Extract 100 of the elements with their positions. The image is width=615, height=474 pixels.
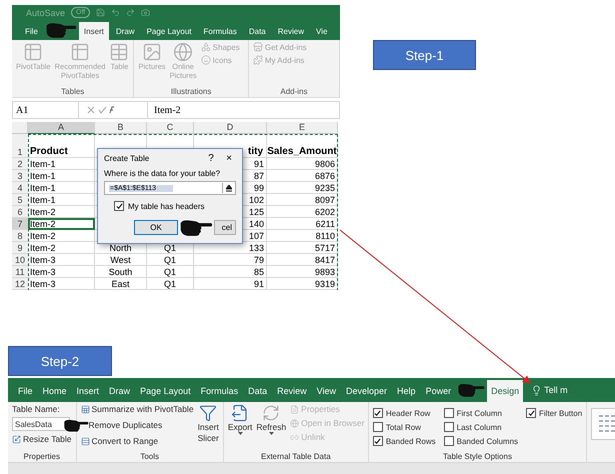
ribbon-tab[interactable]: Home [38, 380, 71, 402]
ribbon-tab[interactable]: Review [273, 380, 311, 402]
option-label: Last Column [456, 422, 502, 432]
ribbon-command[interactable]: Summarize with PivotTable [80, 404, 194, 414]
group-title: External Table Data [260, 452, 332, 461]
table-cell: Item-2 [28, 230, 95, 242]
column-header[interactable]: C [147, 122, 194, 134]
save-icon [96, 8, 106, 17]
ribbon-tab[interactable]: Formulas [196, 380, 242, 402]
row-number[interactable]: 5 [12, 194, 28, 206]
row-number[interactable]: 11 [12, 266, 28, 278]
table-cell: 79 [194, 254, 267, 266]
properties-icon [290, 404, 300, 414]
ribbon-tab[interactable]: Developer [342, 380, 392, 402]
table-cell: Sales_Amount [267, 134, 338, 158]
table-cell: 5717 [267, 242, 338, 254]
resize-table-button[interactable]: Resize Table [12, 434, 72, 444]
puzzle-icon [252, 55, 263, 65]
table-cell: 6202 [267, 206, 338, 218]
row-number[interactable]: 2 [12, 158, 28, 170]
ribbon-tab[interactable]: Page Layout [136, 380, 195, 402]
ribbon-tab[interactable]: Review [272, 22, 309, 40]
ribbon-tab[interactable]: Insert [72, 380, 104, 402]
browser-icon [290, 418, 300, 428]
checkbox[interactable] [372, 436, 383, 446]
insert-slicer-button[interactable]: Insert Slicer [198, 404, 219, 444]
checkbox[interactable] [444, 436, 454, 446]
store-icon [252, 42, 263, 52]
ribbon-tab[interactable]: Power [422, 380, 456, 402]
checkbox[interactable] [444, 408, 454, 418]
table-cell: Q1 [147, 278, 194, 290]
table-cell: 6211 [267, 218, 338, 230]
ribbon-tab[interactable]: Draw [110, 22, 140, 40]
checkbox[interactable] [444, 422, 454, 432]
group-title: Illustrations [170, 87, 212, 96]
ribbon-command[interactable]: Refresh [256, 404, 286, 435]
row-number[interactable]: 3 [12, 170, 28, 182]
row-number[interactable]: 1 [12, 134, 28, 158]
column-header[interactable]: A [28, 122, 95, 134]
checkbox[interactable] [372, 408, 383, 418]
ribbon-tab[interactable]: Data [244, 380, 272, 402]
ribbon-tab[interactable]: Data [244, 22, 271, 40]
table-cell: Item-2 [28, 242, 95, 254]
ribbon-tab[interactable]: Page Layout [142, 22, 197, 40]
table-icon [109, 42, 130, 62]
table-cell: Item-2 [28, 218, 95, 230]
table-cell: Item-2 [28, 206, 95, 218]
table-cell: Item-1 [28, 194, 95, 206]
table-cell: Item-3 [28, 278, 95, 290]
ok-button[interactable]: OK [134, 220, 178, 236]
option-label: Filter Button [539, 408, 582, 418]
ribbon-tab[interactable]: Draw [105, 380, 134, 402]
table-cell: 9806 [267, 158, 338, 170]
ribbon-command[interactable]: Export [228, 404, 252, 435]
slicer-icon [199, 404, 218, 422]
table-cell: 85 [194, 266, 267, 278]
column-header[interactable]: D [194, 122, 267, 134]
column-header[interactable]: B [95, 122, 147, 134]
ribbon-command[interactable]: Convert to Range [80, 436, 194, 446]
column-header[interactable]: E [267, 122, 338, 134]
table-icon [70, 42, 90, 62]
table-cell: 9235 [267, 182, 338, 194]
formula-input[interactable]: Item-2 [148, 104, 181, 116]
table-cell: East [95, 278, 147, 290]
ribbon-tab[interactable]: Help [393, 380, 420, 402]
checkbox[interactable] [372, 422, 383, 432]
row-number[interactable]: 7 [12, 218, 28, 230]
ribbon-tab[interactable]: File [20, 22, 43, 40]
ribbon-tab[interactable]: Vie [311, 22, 332, 40]
ribbon-command[interactable]: Remove Duplicates [88, 420, 162, 430]
row-number[interactable]: 8 [12, 230, 28, 242]
globe-picture-icon [173, 42, 194, 62]
undo-icon [111, 8, 120, 17]
row-number[interactable]: 10 [12, 254, 28, 266]
table-cell: South [95, 266, 147, 278]
table-name-label: Table Name: [12, 404, 60, 414]
ribbon-tab[interactable]: View [312, 380, 340, 402]
camera-icon [141, 8, 150, 17]
group-title: Table Style Options [442, 452, 513, 461]
picture-icon [142, 42, 162, 62]
ribbon-tab[interactable]: Insert [78, 22, 109, 40]
ribbon-tab[interactable]: File [14, 380, 37, 402]
cancel-button[interactable]: cel [214, 220, 236, 236]
checkbox[interactable] [114, 201, 124, 211]
table-cell: 8417 [267, 254, 338, 266]
tell-me-search[interactable]: Tell m [531, 378, 568, 402]
ribbon-tab[interactable]: Design [487, 380, 524, 402]
row-number[interactable]: 12 [12, 278, 28, 290]
row-number[interactable]: 9 [12, 242, 28, 254]
table-cell: Item-1 [28, 182, 95, 194]
group-title: Tools [139, 452, 160, 461]
table-name-field[interactable]: SalesData [12, 417, 70, 431]
row-number[interactable]: 6 [12, 206, 28, 218]
checkbox[interactable] [526, 408, 536, 418]
name-box[interactable]: A1 [13, 102, 79, 118]
refresh-icon [262, 404, 280, 422]
table-cell: Item-3 [28, 266, 95, 278]
redo-icon [126, 8, 136, 17]
ribbon-tab[interactable]: Formulas [198, 22, 242, 40]
row-number[interactable]: 4 [12, 182, 28, 194]
